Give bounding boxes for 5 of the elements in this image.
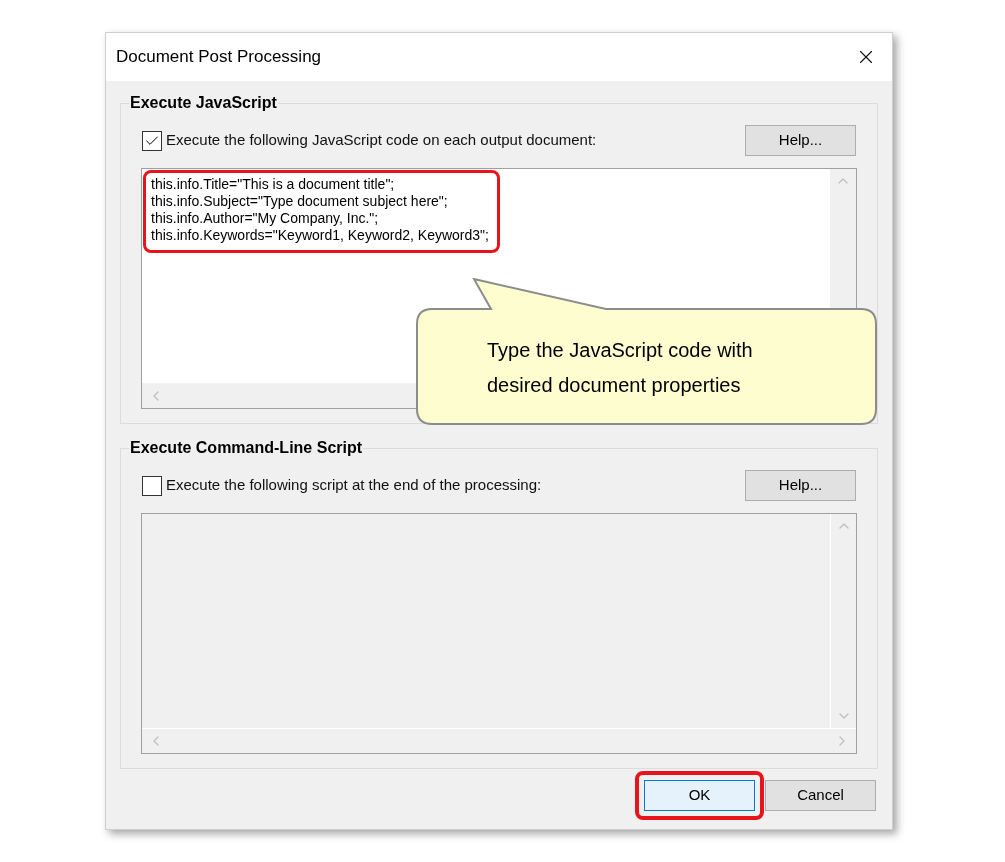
section-title: Execute Command-Line Script [129,438,364,458]
section-title: Execute JavaScript [129,93,278,113]
code-text: this.info.Title="This is a document title"; this.info.Subject="Type document subject here"; this.info.Author="My Company, Inc."; this.info.Keywords="Keyword1, Keyword2, Keyword3"; [143,170,500,253]
window-title: Document Post Processing [116,46,322,69]
callout-text: Type the JavaScript code with desired document properties [487,337,754,398]
